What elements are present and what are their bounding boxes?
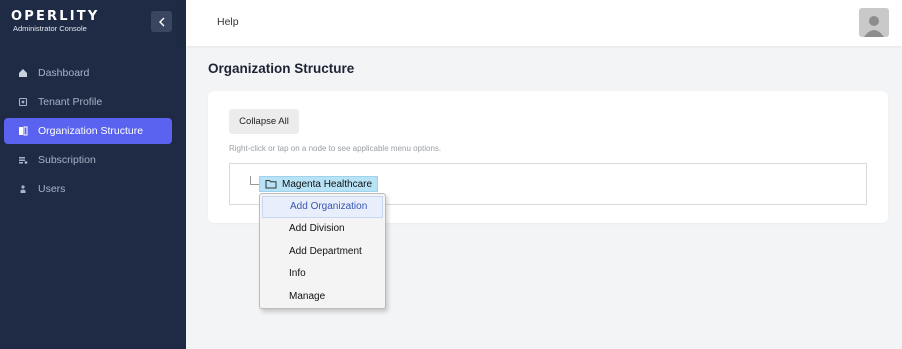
sidebar-item-label: Subscription <box>38 154 96 166</box>
sidebar-item-label: Organization Structure <box>38 125 144 137</box>
user-avatar-icon <box>864 16 884 37</box>
brand-name: OPERLITY <box>11 9 100 24</box>
page-title: Organization Structure <box>208 61 355 76</box>
tree-node-label: Magenta Healthcare <box>282 178 373 190</box>
folder-icon <box>265 179 277 189</box>
sidebar-item-organization-structure[interactable]: Organization Structure <box>4 118 172 144</box>
brand-subtitle: Administrator Console <box>13 24 87 33</box>
sidebar: OPERLITY Administrator Console Dashboard… <box>0 0 186 349</box>
menu-item-add-organization[interactable]: Add Organization <box>262 196 383 219</box>
collapse-all-button[interactable]: Collapse All <box>229 109 299 134</box>
structure-icon <box>18 126 28 136</box>
home-icon <box>18 68 28 78</box>
sidebar-item-tenant-profile[interactable]: Tenant Profile <box>4 89 172 115</box>
menu-item-add-department[interactable]: Add Department <box>262 241 383 263</box>
sidebar-item-subscription[interactable]: Subscription <box>4 147 172 173</box>
sidebar-item-users[interactable]: Users <box>4 176 172 202</box>
sidebar-item-label: Dashboard <box>38 67 90 79</box>
users-icon <box>18 184 28 194</box>
chevron-left-icon <box>158 17 164 26</box>
context-menu: Add Organization Add Division Add Depart… <box>259 193 386 309</box>
help-link[interactable]: Help <box>217 16 239 28</box>
collapse-sidebar-button[interactable] <box>151 11 172 32</box>
tree-node-root[interactable]: Magenta Healthcare <box>259 176 379 192</box>
avatar[interactable] <box>859 8 889 37</box>
sidebar-item-label: Tenant Profile <box>38 96 103 108</box>
sidebar-nav: Dashboard Tenant Profile Organization St… <box>4 60 172 205</box>
menu-item-info[interactable]: Info <box>262 263 383 285</box>
top-bar: Help <box>186 0 902 46</box>
menu-item-add-division[interactable]: Add Division <box>262 218 383 240</box>
sidebar-item-dashboard[interactable]: Dashboard <box>4 60 172 86</box>
subscription-icon <box>18 155 28 165</box>
profile-icon <box>18 97 28 107</box>
hint-text: Right-click or tap on a node to see appl… <box>229 144 442 153</box>
tree-connector <box>250 176 259 185</box>
menu-item-manage[interactable]: Manage <box>262 286 383 308</box>
sidebar-item-label: Users <box>38 183 66 195</box>
brand-logo: OPERLITY Administrator Console <box>11 9 100 34</box>
